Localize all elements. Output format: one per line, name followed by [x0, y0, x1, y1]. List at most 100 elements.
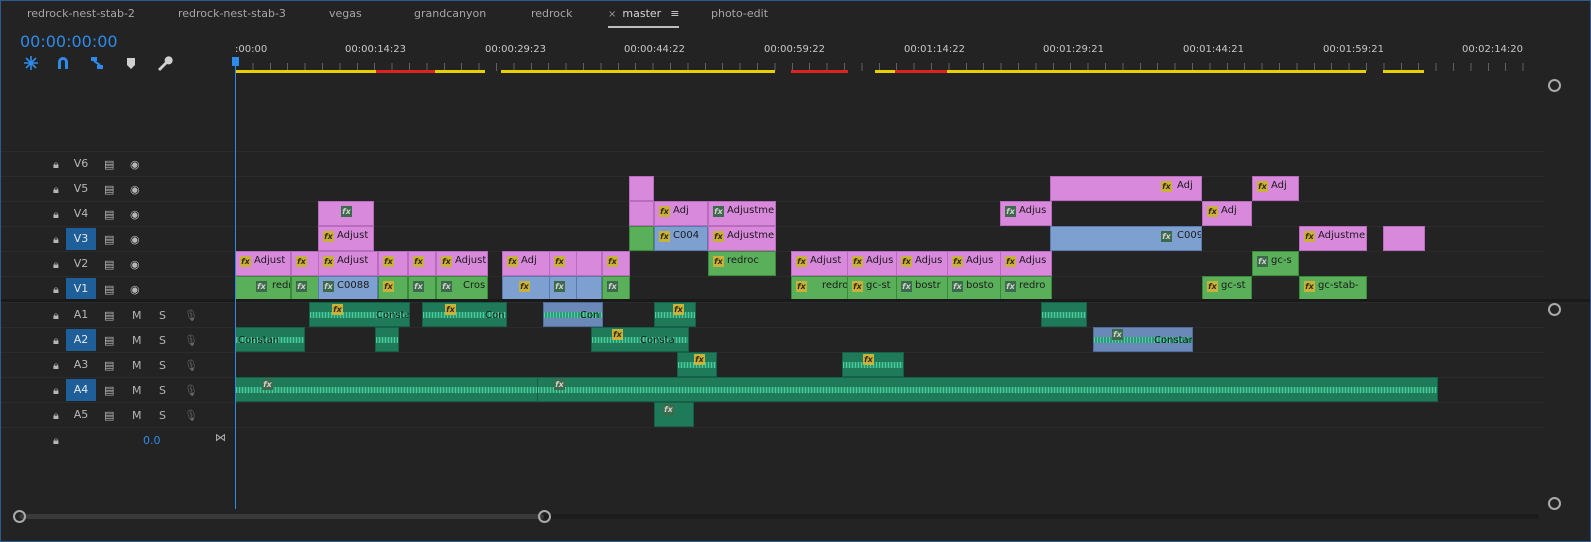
- tab-photo-edit[interactable]: photo-edit: [711, 7, 768, 20]
- audio-scroll-handle-end[interactable]: [1548, 497, 1561, 510]
- track-target-v6[interactable]: V6: [66, 153, 96, 175]
- video-clip[interactable]: fx gc-st: [1202, 276, 1252, 301]
- eye-icon[interactable]: ◉: [130, 158, 140, 171]
- solo-button[interactable]: S: [159, 334, 166, 347]
- track-target-a2[interactable]: A2: [66, 329, 96, 351]
- sync-lock-icon[interactable]: ▤: [104, 359, 114, 372]
- lock-icon[interactable]: 🔒︎: [53, 183, 63, 196]
- video-clip[interactable]: fx bosto: [947, 276, 1001, 301]
- video-clip[interactable]: fx Adjust: [436, 251, 488, 276]
- audio-clip[interactable]: Con: [543, 302, 603, 327]
- lock-icon[interactable]: 🔒︎: [53, 359, 63, 372]
- sync-lock-icon[interactable]: ▤: [104, 409, 114, 422]
- audio-clip[interactable]: fx: [654, 402, 694, 427]
- lock-icon[interactable]: 🔒︎: [53, 334, 63, 347]
- video-clip[interactable]: fx: [549, 251, 577, 276]
- horizontal-scrollbar[interactable]: [13, 510, 1545, 523]
- video-clip[interactable]: fx: [318, 201, 374, 226]
- track-target-v3[interactable]: V3: [66, 228, 96, 250]
- tab-redrock-nest-stab-3[interactable]: redrock-nest-stab-3: [178, 7, 286, 20]
- eye-icon[interactable]: ◉: [130, 258, 140, 271]
- video-clip[interactable]: fx Adj: [502, 251, 550, 276]
- video-clip[interactable]: [629, 176, 654, 201]
- close-icon[interactable]: ×: [608, 9, 616, 20]
- nest-sequence-icon[interactable]: [22, 54, 40, 72]
- mute-button[interactable]: M: [132, 359, 142, 372]
- video-clip[interactable]: fx Adj: [654, 201, 708, 226]
- sync-lock-icon[interactable]: ▤: [104, 283, 114, 296]
- master-volume[interactable]: 0.0: [143, 434, 161, 447]
- video-clip[interactable]: fx: [378, 251, 408, 276]
- sync-lock-icon[interactable]: ▤: [104, 309, 114, 322]
- video-clip[interactable]: fx bostr: [896, 276, 948, 301]
- video-clip[interactable]: fx redr: [235, 276, 291, 301]
- time-ruler[interactable]: :00:00 00:00:14:23 00:00:29:23 00:00:44:…: [235, 41, 1545, 75]
- microphone-icon[interactable]: 🎙︎: [184, 359, 198, 372]
- lock-icon[interactable]: 🔒︎: [53, 158, 63, 171]
- lock-icon[interactable]: 🔒︎: [53, 283, 63, 296]
- video-clip[interactable]: [576, 276, 602, 301]
- video-clip[interactable]: fx: [602, 276, 630, 301]
- audio-clip[interactable]: fx Con: [422, 302, 507, 327]
- audio-clip[interactable]: fx Consta: [591, 327, 689, 352]
- eye-icon[interactable]: ◉: [130, 283, 140, 296]
- video-clip[interactable]: fx gc-s: [1252, 251, 1299, 276]
- audio-clip[interactable]: fxConstan: [309, 302, 410, 327]
- video-clip[interactable]: fx Adj: [1050, 176, 1202, 201]
- lock-icon[interactable]: 🔒︎: [53, 434, 63, 447]
- eye-icon[interactable]: ◉: [130, 233, 140, 246]
- video-clip[interactable]: fx gc-st: [847, 276, 897, 301]
- wrench-icon[interactable]: [155, 54, 173, 72]
- video-clip[interactable]: fx redro: [791, 276, 848, 301]
- add-marker-icon[interactable]: [122, 54, 140, 72]
- solo-button[interactable]: S: [159, 384, 166, 397]
- video-clip[interactable]: fx: [408, 251, 436, 276]
- video-clip[interactable]: fx C004: [654, 226, 708, 251]
- lock-icon[interactable]: 🔒︎: [53, 233, 63, 246]
- snap-icon[interactable]: [54, 54, 72, 72]
- video-clip[interactable]: fx Adjustme: [708, 201, 776, 226]
- video-clip[interactable]: fx Adjust: [235, 251, 291, 276]
- solo-button[interactable]: S: [159, 309, 166, 322]
- video-clip[interactable]: fx Adjus: [1000, 251, 1052, 276]
- mute-button[interactable]: M: [132, 309, 142, 322]
- mute-button[interactable]: M: [132, 334, 142, 347]
- audio-clip[interactable]: [1041, 302, 1087, 327]
- mute-button[interactable]: M: [132, 384, 142, 397]
- video-clip[interactable]: [629, 201, 654, 226]
- video-scroll-handle[interactable]: [1548, 79, 1561, 92]
- audio-clip[interactable]: fx: [677, 352, 717, 377]
- solo-button[interactable]: S: [159, 409, 166, 422]
- video-clip[interactable]: fx Adjus: [847, 251, 897, 276]
- video-clip[interactable]: fx: [378, 276, 408, 301]
- scroll-end-handle[interactable]: [538, 510, 551, 523]
- audio-clip[interactable]: [375, 327, 399, 352]
- tab-redrock-nest-stab-2[interactable]: redrock-nest-stab-2: [27, 7, 135, 20]
- track-target-a1[interactable]: A1: [66, 304, 96, 326]
- video-clip[interactable]: fx Adjus: [896, 251, 948, 276]
- track-target-v4[interactable]: V4: [66, 203, 96, 225]
- sync-lock-icon[interactable]: ▤: [104, 158, 114, 171]
- audio-clip[interactable]: fxConstan: [1093, 327, 1193, 352]
- solo-button[interactable]: S: [159, 359, 166, 372]
- track-target-v1[interactable]: V1: [66, 278, 96, 300]
- lock-icon[interactable]: 🔒︎: [53, 409, 63, 422]
- lock-icon[interactable]: 🔒︎: [53, 208, 63, 221]
- audio-scroll-handle[interactable]: [1548, 303, 1561, 316]
- track-target-v2[interactable]: V2: [66, 253, 96, 275]
- audio-clip[interactable]: fx: [537, 377, 1438, 402]
- audio-clip[interactable]: Constan: [235, 327, 305, 352]
- linked-selection-icon[interactable]: [88, 54, 106, 72]
- tab-redrock[interactable]: redrock: [531, 7, 572, 20]
- tab-grandcanyon[interactable]: grandcanyon: [414, 7, 486, 20]
- sync-lock-icon[interactable]: ▤: [104, 258, 114, 271]
- go-to-end-icon[interactable]: ⋈: [215, 431, 226, 444]
- video-clip[interactable]: fx: [408, 276, 436, 301]
- video-clip[interactable]: fx Adjus: [947, 251, 1001, 276]
- video-clip[interactable]: fx Adjust: [318, 251, 378, 276]
- audio-clip[interactable]: fx: [654, 302, 696, 327]
- sync-lock-icon[interactable]: ▤: [104, 183, 114, 196]
- lock-icon[interactable]: 🔒︎: [53, 309, 63, 322]
- video-clip[interactable]: fx: [291, 251, 319, 276]
- tab-master[interactable]: × master ≡: [608, 7, 680, 28]
